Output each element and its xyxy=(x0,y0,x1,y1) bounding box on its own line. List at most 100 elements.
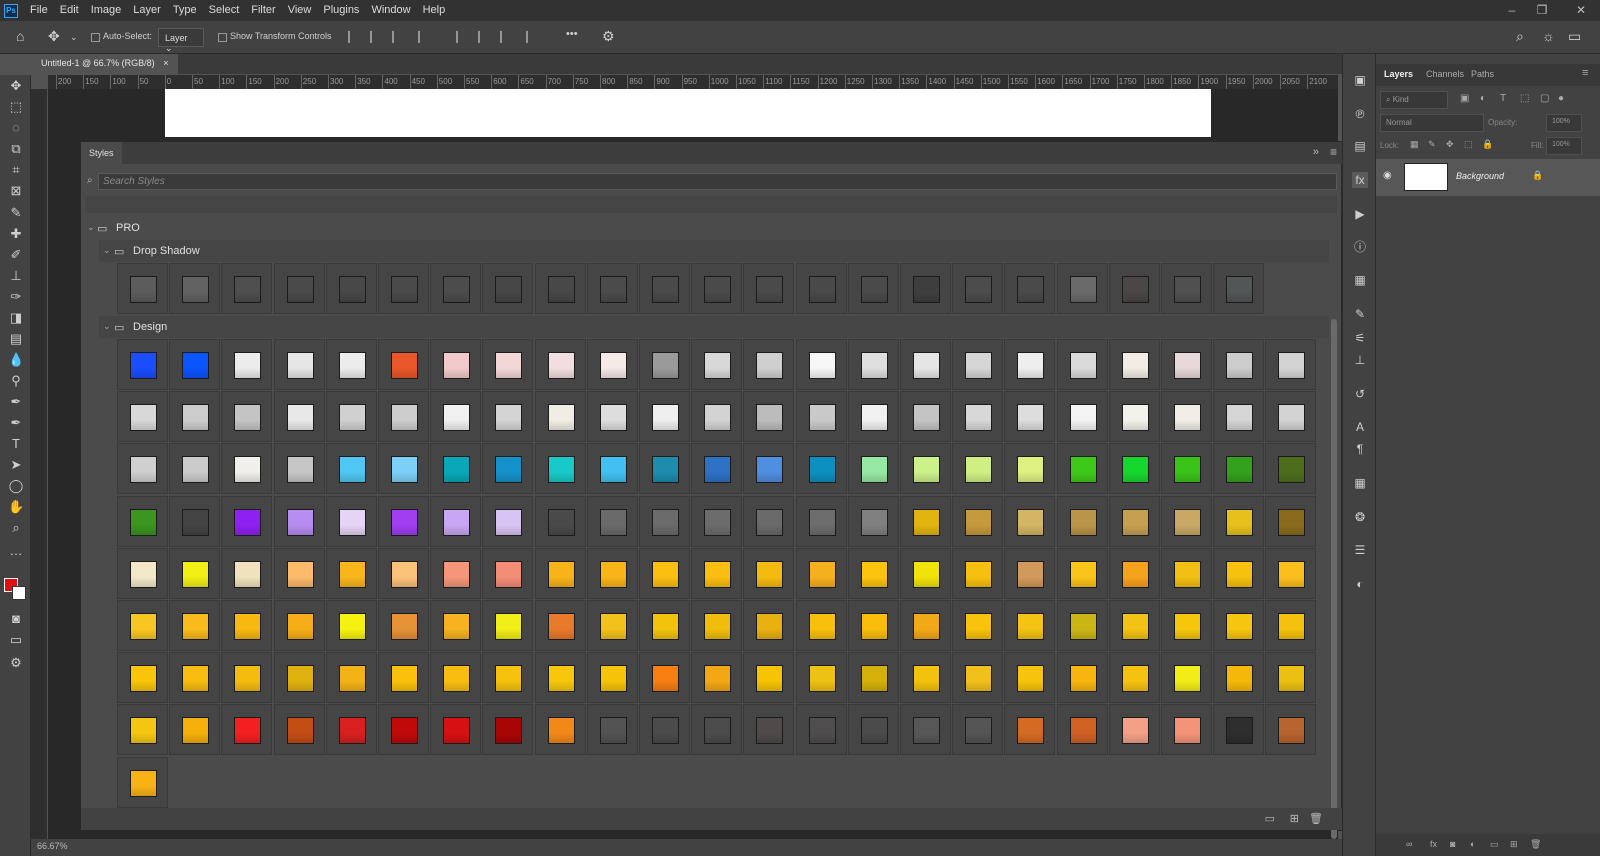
design-style[interactable] xyxy=(847,652,899,704)
frame-tool-icon[interactable]: ⊠ xyxy=(8,183,24,199)
design-style[interactable] xyxy=(795,391,847,443)
menu-help[interactable]: Help xyxy=(417,0,452,21)
marquee-tool-icon[interactable]: ⬚ xyxy=(8,99,24,115)
libraries-icon[interactable]: ◐ xyxy=(1352,576,1368,592)
design-style[interactable] xyxy=(900,547,951,599)
distribute-icon[interactable] xyxy=(418,31,430,43)
design-style[interactable] xyxy=(117,547,168,599)
design-style[interactable] xyxy=(691,704,743,756)
design-style[interactable] xyxy=(1108,339,1160,390)
new-group-icon[interactable]: ▭ xyxy=(1490,839,1499,850)
drop-shadow-style[interactable] xyxy=(639,263,690,314)
drop-shadow-style[interactable] xyxy=(221,263,273,314)
design-style[interactable] xyxy=(534,443,586,495)
design-style[interactable] xyxy=(1265,600,1317,651)
pen-tool-icon[interactable]: ✒ xyxy=(8,394,24,410)
menu-image[interactable]: Image xyxy=(85,0,128,21)
design-style[interactable] xyxy=(325,600,377,651)
drop-shadow-style[interactable] xyxy=(117,263,168,314)
quick-mask-icon[interactable]: ◙ xyxy=(8,611,24,627)
eraser-tool-icon[interactable]: ◨ xyxy=(8,310,24,326)
clone-source-icon[interactable]: ⊥ xyxy=(1352,352,1368,368)
design-style[interactable] xyxy=(952,704,1004,756)
design-style[interactable] xyxy=(1161,704,1212,756)
design-style[interactable] xyxy=(534,391,586,443)
design-style[interactable] xyxy=(952,391,1004,443)
align-middle-icon[interactable] xyxy=(478,31,490,43)
design-style[interactable] xyxy=(1004,600,1056,651)
design-style[interactable] xyxy=(430,391,482,443)
design-style[interactable] xyxy=(534,547,586,599)
design-style[interactable] xyxy=(847,704,899,756)
gradient-tool-icon[interactable]: ▤ xyxy=(8,331,24,347)
design-style[interactable] xyxy=(847,547,899,599)
design-style[interactable] xyxy=(586,391,638,443)
design-style[interactable] xyxy=(952,652,1004,704)
new-style-icon[interactable]: ⊞ xyxy=(1290,812,1299,825)
design-style[interactable] xyxy=(273,495,325,547)
design-style[interactable] xyxy=(743,391,795,443)
design-style[interactable] xyxy=(691,495,743,547)
design-style[interactable] xyxy=(273,547,325,599)
gradients-icon[interactable]: ▤ xyxy=(1352,138,1368,154)
design-style[interactable] xyxy=(1004,704,1056,756)
design-style[interactable] xyxy=(900,704,951,756)
history-brush-tool-icon[interactable]: ✑ xyxy=(8,289,24,305)
layer-row-background[interactable]: ◉ Background 🔒 xyxy=(1376,159,1600,196)
drop-shadow-style[interactable] xyxy=(586,263,638,314)
design-style[interactable] xyxy=(1213,495,1265,547)
design-style[interactable] xyxy=(691,391,743,443)
design-style[interactable] xyxy=(586,547,638,599)
design-style[interactable] xyxy=(900,339,951,390)
design-style[interactable] xyxy=(325,339,377,390)
design-style[interactable] xyxy=(900,443,951,495)
menu-window[interactable]: Window xyxy=(365,0,416,21)
design-style[interactable] xyxy=(639,391,690,443)
design-style[interactable] xyxy=(482,652,534,704)
new-layer-icon[interactable]: ⊞ xyxy=(1510,839,1518,850)
design-style[interactable] xyxy=(325,704,377,756)
path-selection-tool-icon[interactable]: ➤ xyxy=(8,457,24,473)
design-style[interactable] xyxy=(1161,547,1212,599)
filter-type-icon[interactable]: T xyxy=(1500,93,1506,104)
crop-tool-icon[interactable]: ⌗ xyxy=(8,162,24,178)
design-style[interactable] xyxy=(639,600,690,651)
paragraph-icon[interactable]: ¶ xyxy=(1352,441,1368,457)
close-tab-icon[interactable]: × xyxy=(163,58,168,68)
align-left-icon[interactable] xyxy=(348,31,360,43)
design-style[interactable] xyxy=(1213,600,1265,651)
chevron-down-icon[interactable]: ⌄ xyxy=(87,222,95,233)
design-style[interactable] xyxy=(1161,495,1212,547)
design-style[interactable] xyxy=(221,495,273,547)
new-group-folder-icon[interactable]: ▭ xyxy=(1265,812,1275,825)
design-style[interactable] xyxy=(1004,652,1056,704)
character-icon[interactable]: A xyxy=(1352,419,1368,435)
design-style[interactable] xyxy=(743,495,795,547)
filter-shape-icon[interactable]: ⬚ xyxy=(1520,93,1529,104)
design-style[interactable] xyxy=(482,443,534,495)
object-selection-tool-icon[interactable]: ⧉ xyxy=(8,141,24,157)
design-style[interactable] xyxy=(1056,391,1108,443)
design-style[interactable] xyxy=(1108,704,1160,756)
design-style[interactable] xyxy=(378,547,429,599)
design-style[interactable] xyxy=(273,600,325,651)
design-style[interactable] xyxy=(1161,600,1212,651)
design-style[interactable] xyxy=(1213,339,1265,390)
drop-shadow-style[interactable] xyxy=(847,263,899,314)
menu-plugins[interactable]: Plugins xyxy=(317,0,365,21)
design-style[interactable] xyxy=(221,600,273,651)
brush-tool-icon[interactable]: ✐ xyxy=(8,247,24,263)
design-style[interactable] xyxy=(117,391,168,443)
design-style[interactable] xyxy=(691,547,743,599)
design-style[interactable] xyxy=(1213,704,1265,756)
edit-toolbar-icon[interactable]: ⚙ xyxy=(8,655,24,671)
panel-menu-icon[interactable]: ≡ xyxy=(1582,67,1588,79)
zoom-tool-icon[interactable]: ⌕ xyxy=(8,520,24,536)
filter-kind-select[interactable]: ⌕ Kind xyxy=(1380,91,1448,109)
design-style[interactable] xyxy=(482,704,534,756)
design-style[interactable] xyxy=(586,495,638,547)
move-tool-icon[interactable]: ✥ xyxy=(48,28,60,45)
design-style[interactable] xyxy=(169,547,221,599)
eye-visibility-icon[interactable]: ◉ xyxy=(1383,170,1392,181)
move-tool-icon[interactable]: ✥ xyxy=(8,78,24,94)
